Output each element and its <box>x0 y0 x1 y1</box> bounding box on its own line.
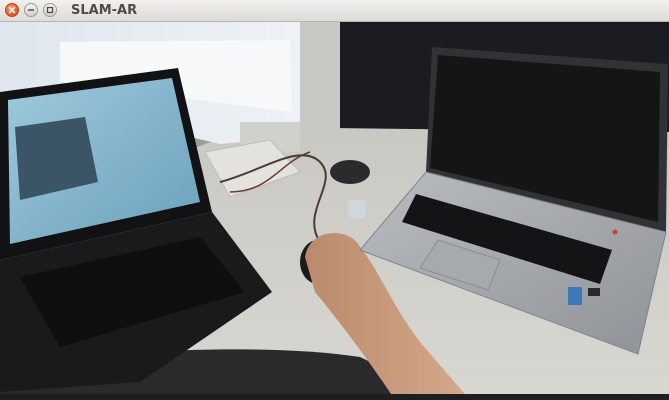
bottom-strip <box>0 394 669 400</box>
minimize-button[interactable] <box>24 3 38 17</box>
small-object <box>348 200 366 218</box>
camera-viewport[interactable] <box>0 22 669 400</box>
minimize-icon <box>27 9 35 11</box>
app-window: SLAM-AR <box>0 0 669 400</box>
camera-feed <box>0 22 669 400</box>
title-bar[interactable]: SLAM-AR <box>0 0 669 22</box>
close-icon <box>8 6 16 14</box>
maximize-icon <box>46 6 54 14</box>
ar-laptop-badge <box>588 288 600 296</box>
close-button[interactable] <box>5 3 19 17</box>
background-mouse <box>330 160 370 184</box>
maximize-button[interactable] <box>43 3 57 17</box>
window-title: SLAM-AR <box>71 3 138 18</box>
ar-laptop-sticker <box>568 287 582 305</box>
ar-laptop-led <box>612 229 618 235</box>
